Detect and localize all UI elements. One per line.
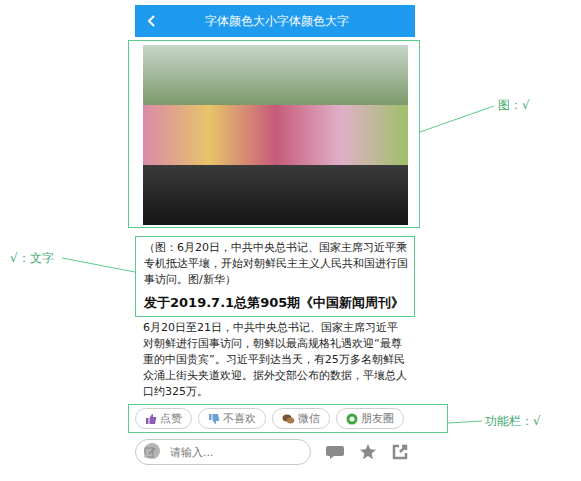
header-bar: 字体颜色大小字体颜色大字 [135, 5, 415, 37]
annotation-label: 功能栏：√ [485, 413, 541, 430]
header-title: 字体颜色大小字体颜色大字 [157, 13, 397, 30]
thumbs-up-icon [145, 413, 157, 425]
news-photo [143, 45, 408, 225]
action-label: 微信 [298, 411, 320, 426]
action-label: 朋友圈 [361, 411, 394, 426]
action-button[interactable]: 不喜欢 [198, 408, 266, 429]
phone-screen: 字体颜色大小字体颜色大字 （图：6月20日，中共中央总书记、国家主席习近平乘专机抵… [135, 0, 415, 465]
annotation-label: 图：√ [498, 97, 530, 114]
photo-annotation-box [128, 40, 420, 228]
photo-caption: （图：6月20日，中共中央总书记、国家主席习近平乘专机抵达平壤，开始对朝鲜民主主… [144, 240, 408, 288]
action-label: 点赞 [160, 411, 182, 426]
action-button[interactable]: 点赞 [135, 408, 192, 429]
action-label: 不喜欢 [223, 411, 256, 426]
text-annotation-box: （图：6月20日，中共中央总书记、国家主席习近平乘专机抵达平壤，开始对朝鲜民主主… [135, 236, 415, 317]
annotation-label: √：文字 [10, 250, 54, 267]
toolbar-annotation-box: 点赞 不喜欢 微信 朋友圈 [128, 404, 448, 433]
input-placeholder: 请输入... [170, 445, 214, 460]
share-icon[interactable] [391, 443, 409, 461]
star-icon[interactable] [359, 443, 377, 461]
comment-icon[interactable] [325, 443, 345, 461]
annotation-connectors [0, 0, 581, 481]
page: 字体颜色大小字体颜色大字 （图：6月20日，中共中央总书记、国家主席习近平乘专机抵… [0, 0, 581, 481]
action-button[interactable]: 朋友圈 [336, 408, 404, 429]
moments-icon [346, 413, 358, 425]
comment-input[interactable]: 请输入... [135, 439, 311, 465]
comment-bar: 请输入... [135, 439, 415, 465]
wechat-icon [282, 413, 295, 425]
back-arrow-icon[interactable] [147, 14, 157, 28]
touch-indicator [144, 443, 160, 459]
article-body: 6月20日至21日，中共中央总书记、国家主席习近平对朝鲜进行国事访问，朝鲜以最高… [135, 320, 415, 400]
thumbs-down-icon [208, 413, 220, 425]
source-line: 发于2019.7.1总第905期《中国新闻周刊》 [144, 294, 408, 312]
action-button[interactable]: 微信 [272, 408, 330, 429]
